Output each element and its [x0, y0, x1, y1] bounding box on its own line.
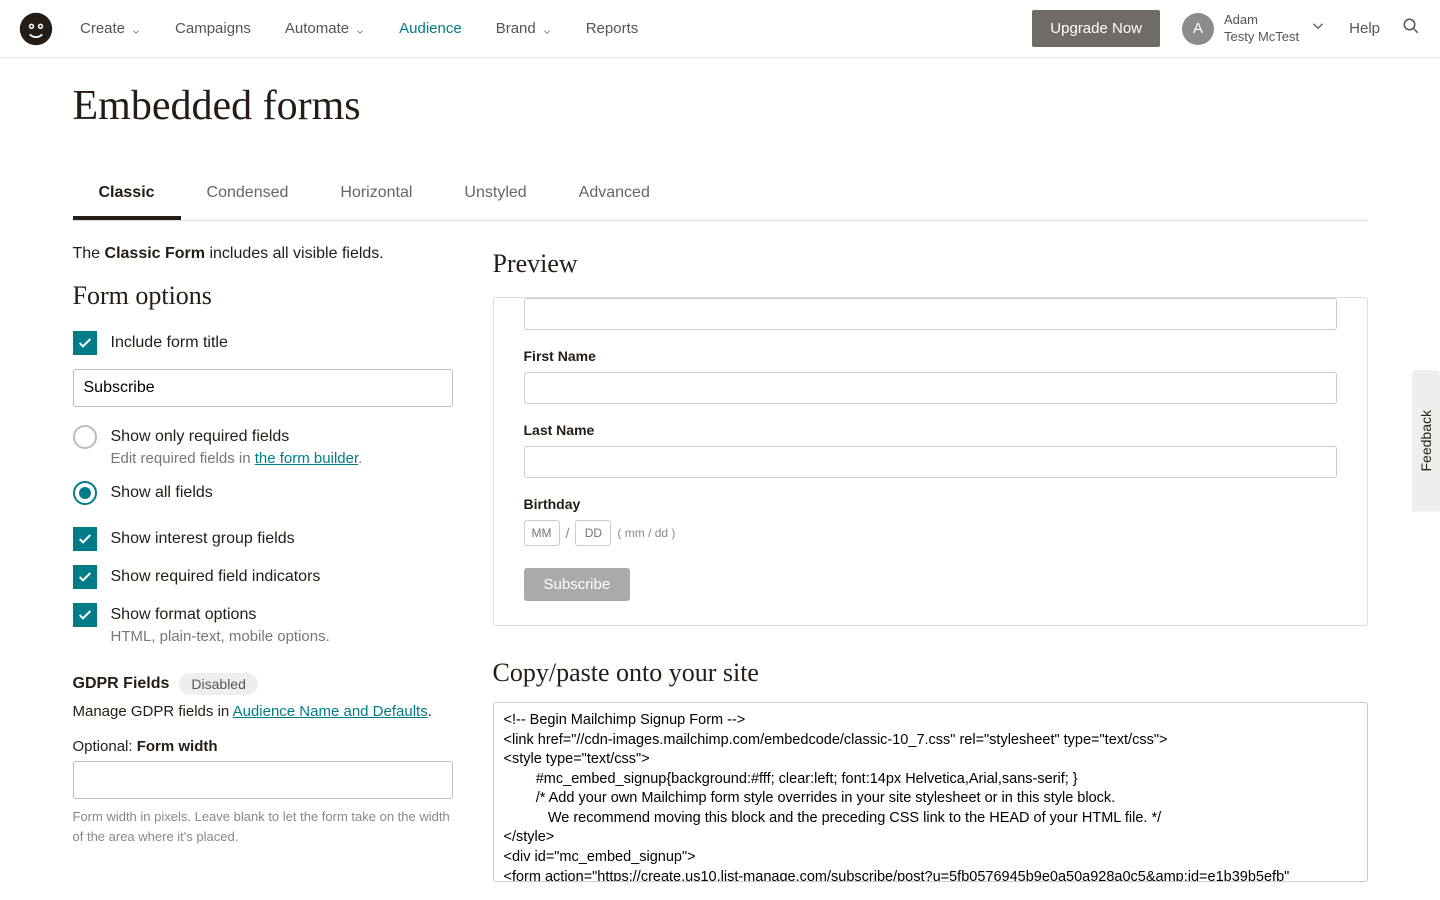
chevron-down-icon — [131, 24, 141, 34]
preview-subscribe-button[interactable]: Subscribe — [524, 568, 631, 601]
tabs: ClassicCondensedHorizontalUnstyledAdvanc… — [73, 170, 1368, 221]
include-title-checkbox[interactable] — [73, 331, 97, 355]
preview-input-top[interactable] — [524, 298, 1337, 330]
embed-code-textarea[interactable] — [493, 702, 1368, 882]
chevron-down-icon — [542, 24, 552, 34]
nav-item-brand[interactable]: Brand — [496, 20, 552, 37]
nav-item-campaigns[interactable]: Campaigns — [175, 20, 251, 37]
nav-item-reports[interactable]: Reports — [586, 20, 639, 37]
preview-first-name-label: First Name — [524, 348, 1337, 364]
upgrade-button[interactable]: Upgrade Now — [1032, 10, 1160, 47]
form-title-input[interactable] — [73, 369, 453, 407]
intro-suffix: includes all visible fields. — [205, 245, 384, 262]
show-all-fields-radio[interactable] — [73, 481, 97, 505]
preview-first-name-input[interactable] — [524, 372, 1337, 404]
show-all-fields-label: Show all fields — [111, 481, 213, 504]
audience-defaults-link[interactable]: Audience Name and Defaults — [233, 703, 428, 720]
tab-classic[interactable]: Classic — [73, 170, 181, 220]
avatar: A — [1182, 13, 1214, 45]
edit-required-sub: Edit required fields in the form builder… — [111, 450, 363, 467]
user-first-name: Adam — [1224, 12, 1299, 29]
top-nav: Create Campaigns Automate Audience Brand Repo… — [0, 0, 1440, 58]
required-indicators-checkbox[interactable] — [73, 565, 97, 589]
chevron-down-icon — [1309, 17, 1327, 40]
form-width-input[interactable] — [73, 761, 453, 799]
gdpr-text: Manage GDPR fields in Audience Name and … — [73, 703, 453, 720]
nav-right: Upgrade Now A Adam Testy McTest Help — [1032, 10, 1420, 47]
intro-text: The Classic Form includes all visible fi… — [73, 245, 453, 263]
search-icon[interactable] — [1402, 17, 1420, 40]
nav-item-automate[interactable]: Automate — [285, 20, 365, 37]
required-indicators-label: Show required field indicators — [111, 565, 321, 588]
tab-advanced[interactable]: Advanced — [553, 170, 676, 220]
tab-unstyled[interactable]: Unstyled — [438, 170, 552, 220]
interest-groups-label: Show interest group fields — [111, 527, 295, 550]
preview-last-name-input[interactable] — [524, 446, 1337, 478]
user-last-name: Testy McTest — [1224, 29, 1299, 46]
help-link[interactable]: Help — [1349, 20, 1380, 37]
format-options-sub: HTML, plain-text, mobile options. — [111, 628, 330, 645]
chevron-down-icon — [355, 24, 365, 34]
preview-month-input[interactable] — [524, 520, 560, 546]
copy-heading: Copy/paste onto your site — [493, 658, 1368, 688]
tab-horizontal[interactable]: Horizontal — [314, 170, 438, 220]
page-title: Embedded forms — [73, 82, 1368, 130]
preview-date-hint: ( mm / dd ) — [617, 526, 675, 540]
preview-day-input[interactable] — [575, 520, 611, 546]
nav-item-audience[interactable]: Audience — [399, 20, 462, 37]
form-width-label: Optional: Form width — [73, 738, 453, 755]
form-options-heading: Form options — [73, 281, 453, 311]
preview-box: First Name Last Name Birthday / ( mm / d… — [493, 297, 1368, 626]
nav-item-create[interactable]: Create — [80, 20, 141, 37]
feedback-tab[interactable]: Feedback — [1412, 370, 1440, 511]
intro-bold: Classic Form — [105, 245, 205, 262]
show-required-only-label: Show only required fields — [111, 425, 363, 448]
preview-last-name-label: Last Name — [524, 422, 1337, 438]
include-title-label: Include form title — [111, 331, 228, 354]
gdpr-badge: Disabled — [179, 673, 257, 695]
format-options-label: Show format options — [111, 603, 330, 626]
tab-condensed[interactable]: Condensed — [181, 170, 315, 220]
nav-items: Create Campaigns Automate Audience Brand Repo… — [80, 20, 1032, 37]
preview-heading: Preview — [493, 249, 1368, 279]
form-width-helper: Form width in pixels. Leave blank to let… — [73, 807, 453, 846]
intro-prefix: The — [73, 245, 105, 262]
preview-birthday-label: Birthday — [524, 496, 1337, 512]
interest-groups-checkbox[interactable] — [73, 527, 97, 551]
account-menu[interactable]: A Adam Testy McTest — [1182, 12, 1327, 46]
logo[interactable] — [16, 9, 56, 49]
gdpr-label: GDPR Fields — [73, 675, 170, 693]
format-options-checkbox[interactable] — [73, 603, 97, 627]
form-builder-link[interactable]: the form builder — [255, 450, 358, 467]
show-required-only-radio[interactable] — [73, 425, 97, 449]
